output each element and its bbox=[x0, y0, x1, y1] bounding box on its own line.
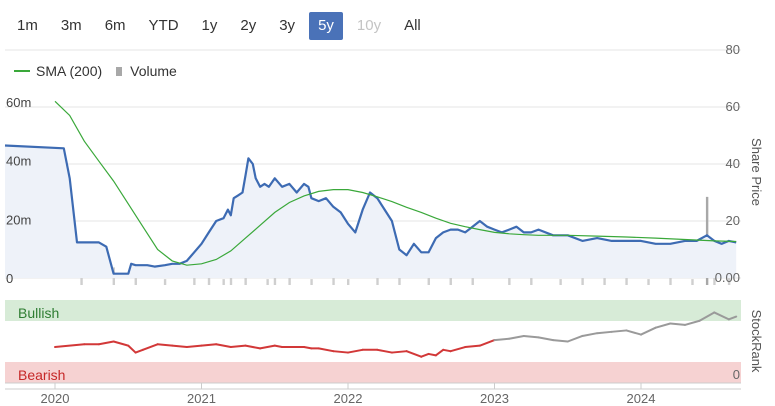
stockrank-segment bbox=[127, 344, 137, 354]
stockrank-segment bbox=[134, 348, 144, 354]
volume-bar bbox=[647, 279, 650, 285]
stockrank-segment bbox=[317, 347, 335, 353]
stockrank-segment bbox=[596, 330, 613, 335]
stockrank-segment bbox=[464, 344, 481, 349]
stockrank-segment bbox=[478, 339, 496, 347]
stockrank-segment bbox=[427, 352, 437, 357]
stockrank-segment bbox=[640, 326, 657, 336]
stockrank-segment bbox=[552, 339, 569, 343]
x-axis-label: 2020 bbox=[41, 391, 70, 406]
stockrank-segment bbox=[185, 344, 203, 349]
stockrank-segment bbox=[259, 344, 276, 350]
stockrank-segment bbox=[229, 344, 247, 349]
stockrank-segment bbox=[610, 329, 628, 333]
volume-bar bbox=[347, 279, 350, 285]
stockrank-segment bbox=[390, 350, 408, 354]
stockrank-segment bbox=[141, 343, 159, 351]
rank-tick-label: 0 bbox=[733, 367, 740, 382]
stockrank-segment bbox=[537, 336, 555, 342]
stockrank-segment bbox=[273, 344, 284, 349]
stock-chart: 80 60 40 20 0.00 60m 40m 20m 0 0 2020 2021 2022 2023 2… bbox=[4, 42, 764, 406]
volume-bar bbox=[222, 279, 225, 285]
price-area bbox=[5, 145, 737, 278]
price-tick-label: 80 bbox=[726, 42, 740, 57]
stockrank-axis-title: StockRank bbox=[749, 310, 764, 373]
volume-tick-label: 0 bbox=[6, 271, 13, 286]
volume-bar bbox=[310, 279, 313, 285]
stockrank-segment bbox=[508, 334, 525, 340]
stockrank-segment bbox=[420, 352, 430, 358]
stockrank-segment bbox=[669, 322, 686, 326]
stockrank-segment bbox=[112, 340, 130, 347]
bullish-zone bbox=[5, 300, 741, 321]
stockrank-segment bbox=[171, 344, 188, 349]
stockrank-segment bbox=[625, 329, 642, 336]
x-axis-label: 2023 bbox=[480, 391, 509, 406]
stockrank-segment bbox=[522, 334, 540, 339]
volume-tick-label: 20m bbox=[6, 212, 31, 227]
price-series bbox=[4, 144, 737, 278]
stockrank-segment bbox=[303, 346, 313, 350]
x-axis-label: 2022 bbox=[334, 391, 363, 406]
bullish-zone-label: Bullish bbox=[18, 305, 59, 321]
stockrank-segment bbox=[156, 343, 174, 347]
volume-tick-label: 40m bbox=[6, 154, 31, 169]
stockrank-panel bbox=[5, 300, 741, 384]
price-axis-title: Share Price bbox=[749, 138, 764, 206]
stockrank-segment bbox=[581, 332, 599, 337]
stockrank-segment bbox=[244, 344, 262, 350]
stockrank-segment bbox=[449, 346, 467, 353]
bearish-zone bbox=[5, 362, 741, 383]
x-axis-label: 2021 bbox=[187, 391, 216, 406]
stockrank-segment bbox=[566, 334, 584, 343]
stockrank-segment bbox=[654, 322, 672, 329]
stockrank-segment bbox=[332, 350, 349, 354]
price-tick-label: 20 bbox=[726, 213, 740, 228]
price-tick-label: 40 bbox=[726, 156, 740, 171]
stockrank-segment bbox=[434, 348, 445, 357]
stockrank-segment bbox=[97, 340, 115, 346]
volume-bar bbox=[266, 279, 269, 285]
stockrank-segment bbox=[683, 319, 701, 326]
volume-bar bbox=[163, 279, 167, 285]
volume-bar bbox=[559, 279, 562, 285]
volume-bar bbox=[691, 279, 694, 285]
stockrank-segment bbox=[347, 348, 364, 354]
volume-tick-label: 60m bbox=[6, 95, 31, 110]
x-axis-label: 2024 bbox=[627, 391, 656, 406]
stockrank-segment bbox=[54, 343, 86, 349]
stockrank-segment bbox=[405, 350, 423, 358]
stockrank-segment bbox=[493, 337, 511, 342]
stockrank-segment bbox=[376, 348, 393, 354]
bearish-zone-label: Bearish bbox=[18, 367, 65, 383]
price-tick-label: 60 bbox=[726, 99, 740, 114]
stockrank-segment bbox=[200, 343, 218, 347]
price-tick-label: 0.00 bbox=[715, 270, 740, 285]
stockrank-segment bbox=[442, 348, 452, 353]
stockrank-segment bbox=[215, 343, 232, 349]
